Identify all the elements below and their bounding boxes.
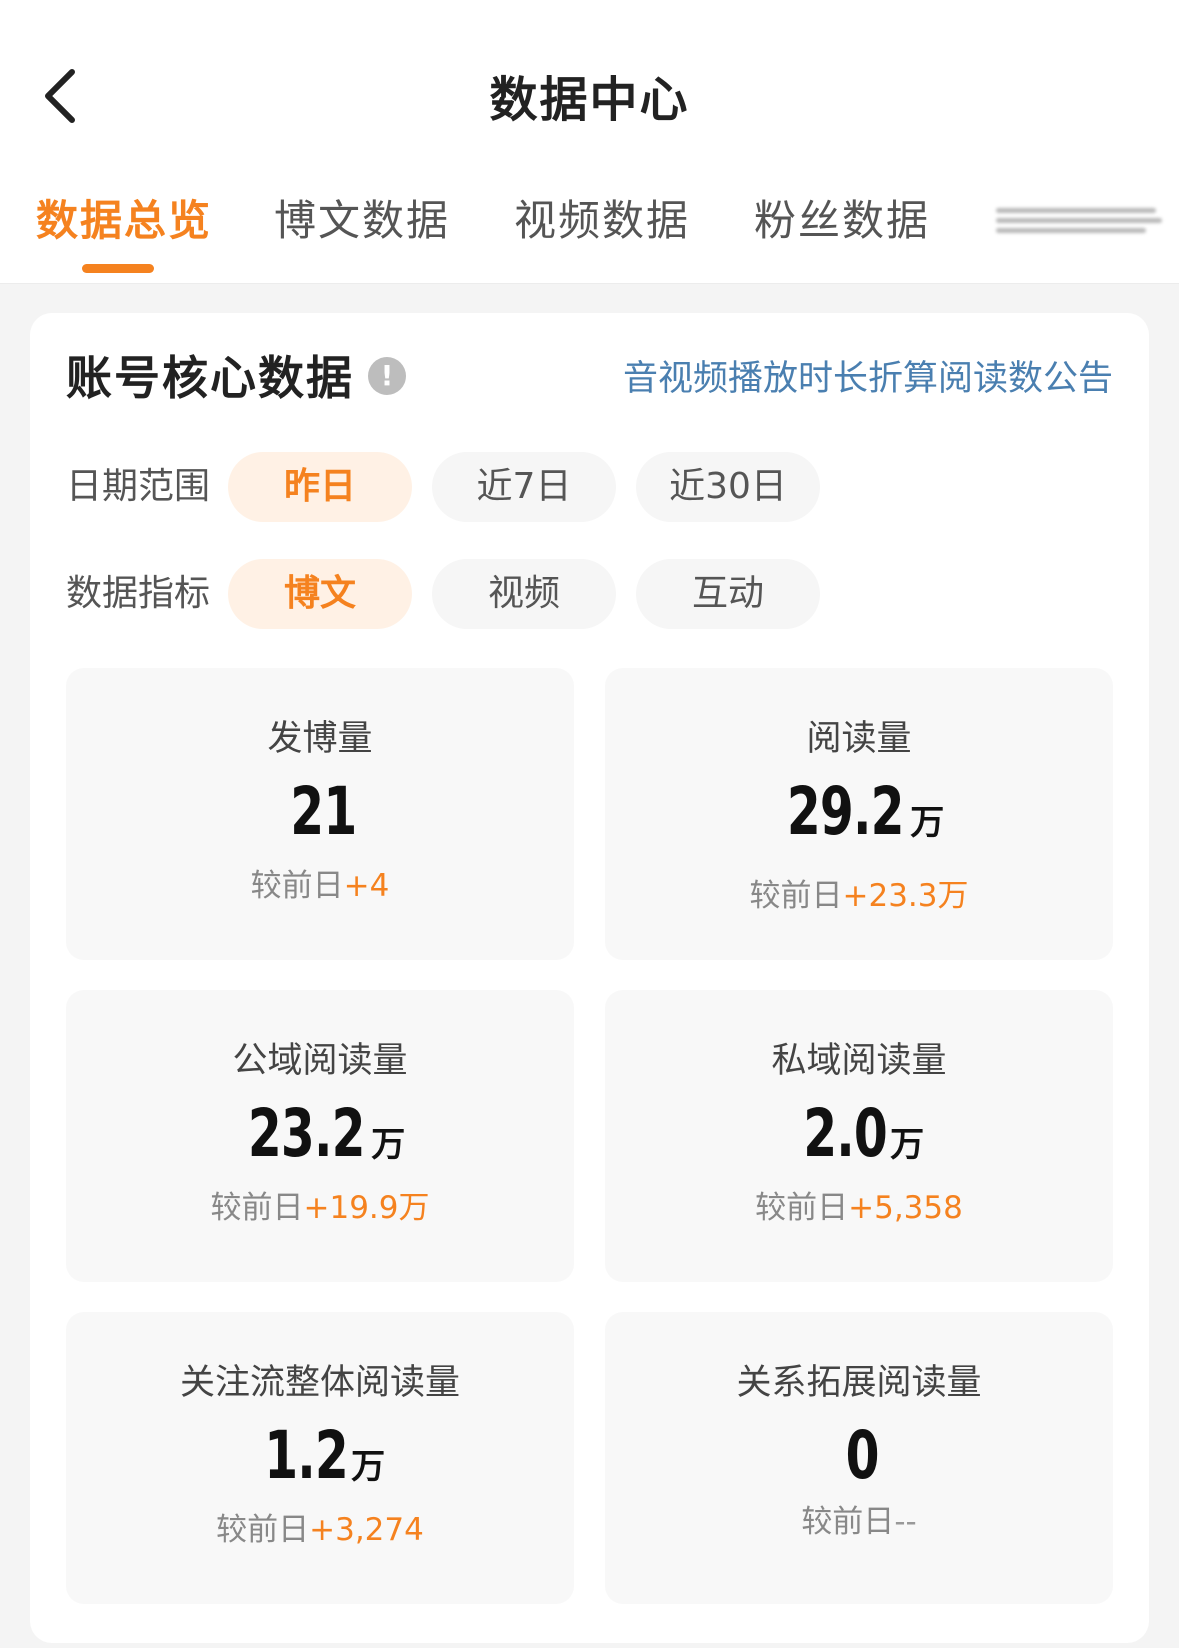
stat-value: 23.2 万 — [66, 1094, 574, 1191]
date-range-label: 日期范围 — [66, 466, 211, 507]
stat-number: 29.2 — [786, 773, 905, 850]
date-option-30days[interactable]: 近30日 — [636, 452, 820, 522]
compare-label: 较前日 — [250, 868, 344, 904]
stat-label: 公域阅读量 — [232, 1041, 408, 1081]
tab-more-blurred[interactable] — [996, 200, 1162, 244]
tab-active-indicator — [82, 264, 154, 273]
compare-delta: +5,358 — [848, 1190, 963, 1226]
stat-compare: 较前日+5,358 — [605, 1186, 1113, 1230]
metric-option-post[interactable]: 博文 — [228, 559, 412, 629]
compare-label: 较前日 — [210, 1190, 304, 1226]
stat-private-read[interactable]: 私域阅读量 2.0万 较前日+5,358 — [605, 990, 1113, 1282]
stat-value: 2.0万 — [605, 1094, 1113, 1191]
compare-delta: +19.9万 — [303, 1190, 430, 1226]
tab-video-data[interactable]: 视频数据 — [514, 186, 690, 256]
stat-number: 2.0 — [803, 1095, 888, 1172]
stat-number: 21 — [289, 773, 357, 850]
stat-compare: 较前日-- — [605, 1500, 1113, 1544]
stat-compare: 较前日+3,274 — [66, 1508, 574, 1552]
stat-compare: 较前日+19.9万 — [66, 1186, 574, 1230]
top-bar: 数据中心 数据总览 博文数据 视频数据 粉丝数据 — [0, 0, 1179, 284]
metric-option-video[interactable]: 视频 — [432, 559, 616, 629]
stat-unit: 万 — [890, 1125, 925, 1165]
stat-number: 1.2 — [264, 1417, 349, 1494]
compare-delta: +3,274 — [309, 1512, 424, 1548]
info-icon[interactable]: ! — [368, 357, 406, 395]
tab-post-data[interactable]: 博文数据 — [274, 186, 450, 256]
stat-value: 21 — [66, 772, 574, 869]
tab-fans-data[interactable]: 粉丝数据 — [754, 186, 930, 256]
date-option-yesterday[interactable]: 昨日 — [228, 452, 412, 522]
compare-label: 较前日 — [749, 878, 843, 914]
compare-label: 较前日 — [755, 1190, 849, 1226]
stat-label: 阅读量 — [806, 719, 912, 759]
stat-compare: 较前日+4 — [66, 864, 574, 908]
stat-read-count[interactable]: 阅读量 29.2 万 较前日+23.3万 — [605, 668, 1113, 960]
stat-follow-feed-read[interactable]: 关注流整体阅读量 1.2万 较前日+3,274 — [66, 1312, 574, 1604]
stat-label: 私域阅读量 — [771, 1041, 947, 1081]
stat-value: 1.2万 — [66, 1416, 574, 1513]
stat-value: 0 — [605, 1416, 1113, 1513]
stat-unit: 万 — [910, 803, 945, 843]
compare-delta: +4 — [343, 868, 390, 904]
compare-delta: -- — [894, 1504, 917, 1540]
card-title: 账号核心数据 — [66, 351, 354, 405]
metric-option-interaction[interactable]: 互动 — [636, 559, 820, 629]
compare-delta: +23.3万 — [842, 878, 969, 914]
date-option-7days[interactable]: 近7日 — [432, 452, 616, 522]
stat-number: 0 — [845, 1417, 879, 1494]
tab-bar: 数据总览 博文数据 视频数据 粉丝数据 — [0, 186, 1179, 282]
compare-label: 较前日 — [801, 1504, 895, 1540]
stat-unit: 万 — [371, 1125, 406, 1165]
core-data-card: 账号核心数据 ! 音视频播放时长折算阅读数公告 日期范围 昨日 近7日 近30日… — [30, 313, 1149, 1643]
stat-unit: 万 — [351, 1447, 386, 1487]
metric-label: 数据指标 — [66, 573, 211, 614]
stat-label: 发博量 — [267, 719, 373, 759]
compare-label: 较前日 — [216, 1512, 310, 1548]
tab-overview[interactable]: 数据总览 — [36, 186, 212, 256]
page-title: 数据中心 — [489, 72, 690, 128]
stat-relation-read[interactable]: 关系拓展阅读量 0 较前日-- — [605, 1312, 1113, 1604]
notice-link[interactable]: 音视频播放时长折算阅读数公告 — [623, 353, 1113, 405]
stat-post-count[interactable]: 发博量 21 较前日+4 — [66, 668, 574, 960]
stat-public-read[interactable]: 公域阅读量 23.2 万 较前日+19.9万 — [66, 990, 574, 1282]
stat-compare: 较前日+23.3万 — [605, 874, 1113, 918]
stat-number: 23.2 — [247, 1095, 366, 1172]
stat-value: 29.2 万 — [605, 772, 1113, 869]
stat-label: 关注流整体阅读量 — [179, 1363, 460, 1403]
stat-label: 关系拓展阅读量 — [736, 1363, 982, 1403]
